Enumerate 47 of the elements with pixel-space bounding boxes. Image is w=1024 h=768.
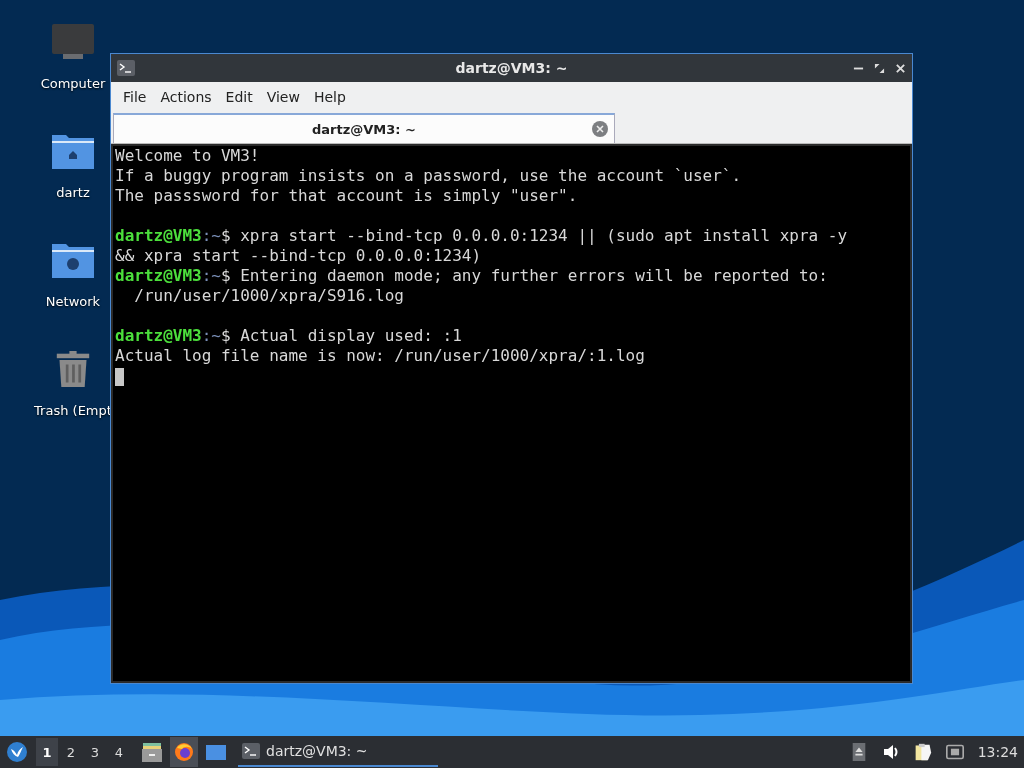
terminal-text: If a buggy program insists on a password, use the account `user`.: [115, 166, 742, 185]
terminal-text: /run/user/1000/xpra/S916.log: [133, 286, 404, 305]
prompt-user: dartz@VM3: [115, 326, 202, 345]
workspace-button[interactable]: 4: [108, 738, 130, 766]
clipboard-icon[interactable]: [913, 743, 932, 761]
terminal-text: $ xpra start --bind-tcp 0.0.0.0:1234 || (sudo apt install xpra -y: [220, 226, 848, 245]
text-cursor: [115, 367, 124, 386]
network-icon[interactable]: [945, 743, 964, 761]
home-folder-icon[interactable]: [52, 133, 94, 169]
menu-item[interactable]: File: [117, 85, 153, 108]
task-button[interactable]: dartz@VM3: ~: [238, 737, 438, 767]
terminal-icon: [117, 60, 135, 76]
restore-icon[interactable]: [874, 62, 885, 74]
terminal-text: $ Actual display used: :1: [220, 326, 462, 345]
workspace-button[interactable]: 3: [84, 738, 106, 766]
icon-label: Trash (Empt: [34, 403, 112, 418]
icon-label: Computer: [40, 76, 106, 91]
tab[interactable]: dartz@VM3: ~: [113, 113, 615, 143]
prompt-path: :~: [201, 226, 221, 245]
prompt-path: :~: [201, 326, 221, 345]
file-cabinet-icon: [142, 742, 162, 762]
workspace-button[interactable]: 2: [60, 738, 82, 766]
volume-icon[interactable]: [881, 743, 900, 761]
close-icon[interactable]: [895, 62, 906, 74]
menu-item[interactable]: Help: [307, 85, 352, 108]
menu-item[interactable]: View: [260, 85, 306, 108]
icon-label: dartz: [56, 185, 90, 200]
terminal-text: Welcome to VM3!: [115, 146, 260, 165]
launcher-button[interactable]: [170, 737, 198, 767]
menu-item[interactable]: Actions: [154, 85, 218, 108]
desktop-icon: [206, 742, 226, 762]
prompt-user: dartz@VM3: [115, 226, 202, 245]
terminal-icon: [242, 743, 260, 759]
menu-item[interactable]: Edit: [219, 85, 259, 108]
monitor-icon[interactable]: [52, 24, 94, 60]
terminal-text: $ Entering daemon mode; any further errors will be reported to:: [220, 266, 828, 285]
window-title: dartz@VM3: ~: [455, 60, 568, 76]
prompt-user: dartz@VM3: [115, 266, 202, 285]
prompt-path: :~: [201, 266, 221, 285]
terminal-text: Actual log file name is now: /run/user/1000/xpra/:1.log: [115, 346, 645, 365]
workspace-button[interactable]: 1: [36, 738, 58, 766]
icon-label: Network: [45, 294, 101, 309]
close-icon[interactable]: [592, 121, 608, 137]
globe-folder-icon[interactable]: [52, 242, 94, 278]
terminal-text: && xpra start --bind-tcp 0.0.0.0:1234): [115, 246, 482, 265]
clock[interactable]: 13:24: [977, 744, 1018, 760]
terminal-text: The passsword for that account is simply "user".: [115, 186, 578, 205]
